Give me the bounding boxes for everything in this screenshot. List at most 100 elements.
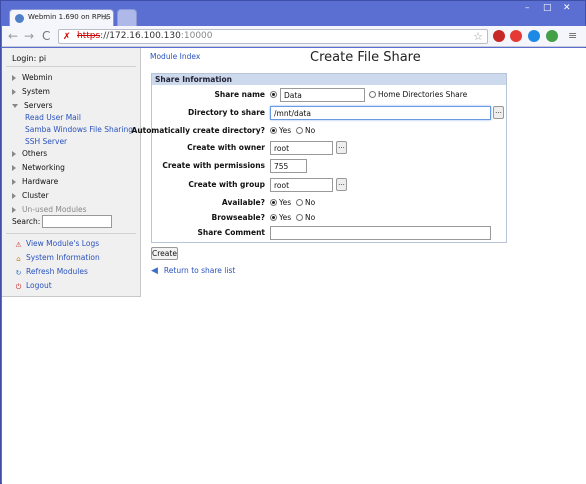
available-row: Available? Yes No xyxy=(152,196,508,210)
tab-title: Webmin 1.690 on RPHS ( xyxy=(28,13,114,21)
available-yes-radio[interactable] xyxy=(270,199,277,206)
group-row: Create with group root ... xyxy=(152,178,508,192)
available-yes-label: Yes xyxy=(279,198,292,207)
sidebar-category-networking[interactable]: Networking xyxy=(12,163,65,172)
home-icon: ⌂ xyxy=(16,255,21,263)
browseable-label: Browseable? xyxy=(211,213,266,222)
auto-create-no-radio[interactable] xyxy=(296,127,303,134)
webmin-favicon-icon xyxy=(15,14,24,23)
home-directories-radio[interactable] xyxy=(369,91,376,98)
back-arrow-icon: ◀ xyxy=(151,266,158,276)
sidebar-item-read-user-mail[interactable]: Read User Mail xyxy=(25,113,81,122)
available-no-label: No xyxy=(305,198,316,207)
refresh-modules-link[interactable]: ↻ Refresh Modules xyxy=(14,267,88,278)
panel-title: Share Information xyxy=(152,74,506,85)
return-to-share-list-link[interactable]: ◀ Return to share list xyxy=(151,266,235,276)
directory-input[interactable]: /mnt/data xyxy=(270,106,491,120)
browseable-row: Browseable? Yes No xyxy=(152,211,508,225)
browseable-yes-radio[interactable] xyxy=(270,214,277,221)
back-arrow-icon[interactable]: ← xyxy=(8,29,18,43)
expand-arrow-icon xyxy=(12,193,16,199)
sidebar-category-hardware[interactable]: Hardware xyxy=(12,177,58,186)
auto-create-label: Automatically create directory? xyxy=(131,126,265,135)
sidebar-item-samba[interactable]: Samba Windows File Sharing xyxy=(25,125,133,134)
sidebar: Login: pi Webmin System Servers Read Use… xyxy=(2,48,141,297)
share-information-panel: Share Information Share name Data Home D… xyxy=(132,73,508,243)
bookmark-star-icon[interactable]: ☆ xyxy=(473,30,483,43)
browseable-yes-label: Yes xyxy=(279,213,292,222)
page-title: Create File Share xyxy=(310,50,421,65)
page-content: Login: pi Webmin System Servers Read Use… xyxy=(2,48,586,484)
divider xyxy=(6,66,136,67)
extension-icon-4[interactable] xyxy=(546,30,558,42)
owner-row: Create with owner root ... xyxy=(152,141,508,155)
owner-browse-button[interactable]: ... xyxy=(336,141,347,154)
tab-strip: Webmin 1.690 on RPHS ( × – □ ✕ xyxy=(1,1,586,27)
url-host: ://172.16.100.130 xyxy=(100,31,181,41)
forward-arrow-icon[interactable]: → xyxy=(24,29,34,43)
extension-icon-2[interactable] xyxy=(510,30,522,42)
group-browse-button[interactable]: ... xyxy=(336,178,347,191)
address-bar[interactable]: ✗ https://172.16.100.130:10000 ☆ xyxy=(58,29,488,44)
logout-link[interactable]: ⏻ Logout xyxy=(14,281,52,292)
auto-create-no-label: No xyxy=(305,126,316,135)
expand-arrow-icon xyxy=(12,89,16,95)
extension-icon-1[interactable] xyxy=(493,30,505,42)
expand-arrow-icon xyxy=(12,165,16,171)
sidebar-category-system[interactable]: System xyxy=(12,87,50,96)
sidebar-category-servers[interactable]: Servers xyxy=(12,101,53,110)
available-no-radio[interactable] xyxy=(296,199,303,206)
comment-input[interactable] xyxy=(270,226,491,240)
expand-arrow-icon xyxy=(12,151,16,157)
login-label: Login: pi xyxy=(12,54,47,63)
auto-create-row: Automatically create directory? Yes No xyxy=(132,124,508,138)
system-information-link[interactable]: ⌂ System Information xyxy=(14,253,100,264)
chrome-menu-icon[interactable]: ≡ xyxy=(568,29,577,42)
sidebar-item-ssh-server[interactable]: SSH Server xyxy=(25,137,67,146)
browser-window: Webmin 1.690 on RPHS ( × – □ ✕ ← → C ✗ h… xyxy=(0,0,586,484)
view-logs-link[interactable]: ⚠ View Module's Logs xyxy=(14,239,99,250)
tab-close-icon[interactable]: × xyxy=(102,13,109,22)
share-name-input[interactable]: Data xyxy=(280,88,365,102)
comment-row: Share Comment xyxy=(152,226,508,240)
window-close-icon[interactable]: ✕ xyxy=(563,3,571,13)
reload-icon[interactable]: C xyxy=(42,29,50,43)
sidebar-category-unused-modules[interactable]: Un-used Modules xyxy=(12,205,87,214)
search-label: Search: xyxy=(12,217,41,226)
group-input[interactable]: root xyxy=(270,178,333,192)
directory-browse-button[interactable]: ... xyxy=(493,106,504,119)
create-button[interactable]: Create xyxy=(151,247,178,260)
collapse-arrow-icon xyxy=(12,104,18,108)
available-label: Available? xyxy=(221,198,265,207)
owner-label: Create with owner xyxy=(187,143,265,152)
module-index-link[interactable]: Module Index xyxy=(150,52,200,61)
share-name-row: Share name Data Home Directories Share xyxy=(152,88,508,102)
refresh-icon: ↻ xyxy=(15,269,22,277)
share-name-radio[interactable] xyxy=(270,91,277,98)
permissions-label: Create with permissions xyxy=(162,161,265,170)
expand-arrow-icon xyxy=(12,207,16,213)
search-input[interactable] xyxy=(42,215,112,228)
owner-input[interactable]: root xyxy=(270,141,333,155)
divider xyxy=(6,233,136,234)
new-tab-button[interactable] xyxy=(117,9,137,27)
sidebar-category-webmin[interactable]: Webmin xyxy=(12,73,53,82)
url-port: :10000 xyxy=(180,31,213,41)
sidebar-category-others[interactable]: Others xyxy=(12,149,47,158)
browseable-no-radio[interactable] xyxy=(296,214,303,221)
browseable-no-label: No xyxy=(305,213,316,222)
directory-label: Directory to share xyxy=(188,108,265,117)
auto-create-yes-label: Yes xyxy=(279,126,292,135)
minimize-icon[interactable]: – xyxy=(525,3,530,13)
maximize-icon[interactable]: □ xyxy=(543,3,552,13)
warning-icon: ⚠ xyxy=(15,241,22,249)
sidebar-category-cluster[interactable]: Cluster xyxy=(12,191,49,200)
auto-create-yes-radio[interactable] xyxy=(270,127,277,134)
home-directories-label: Home Directories Share xyxy=(378,90,468,99)
expand-arrow-icon xyxy=(12,179,16,185)
url-scheme: https xyxy=(77,31,101,41)
browser-tab-webmin[interactable]: Webmin 1.690 on RPHS ( × xyxy=(9,9,114,27)
extension-icon-3[interactable] xyxy=(528,30,540,42)
share-name-label: Share name xyxy=(214,90,265,99)
permissions-input[interactable]: 755 xyxy=(270,159,307,173)
